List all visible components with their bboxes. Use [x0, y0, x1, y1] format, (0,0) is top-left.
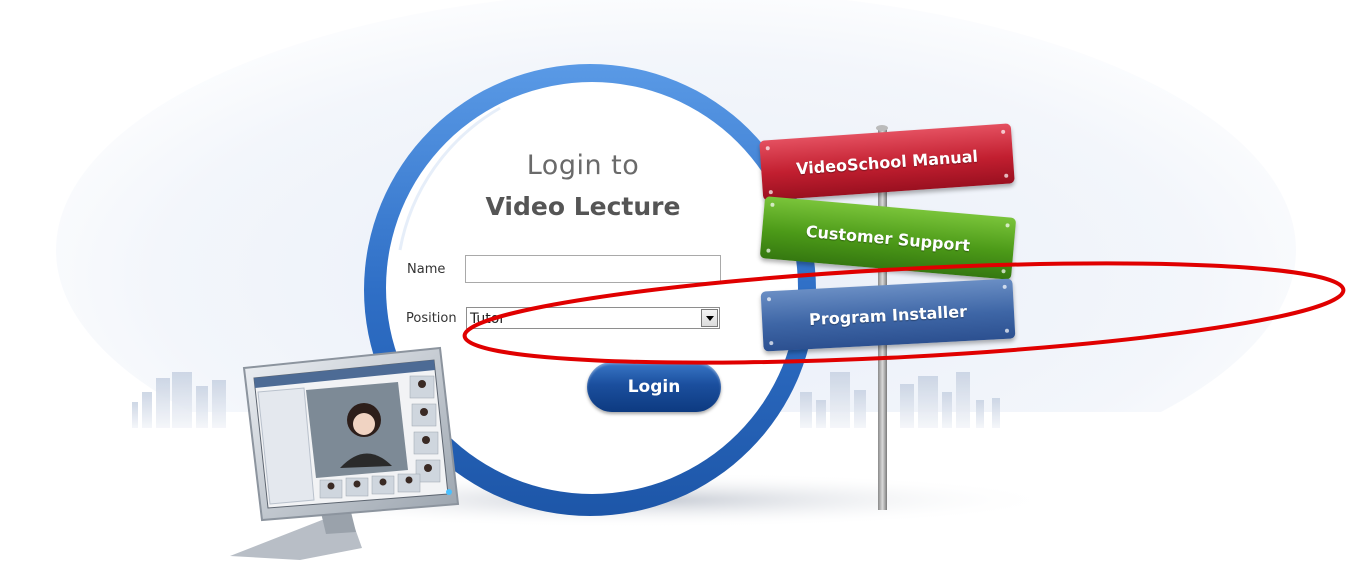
login-button[interactable]: Login	[587, 362, 721, 412]
triangle-down-icon[interactable]	[701, 309, 718, 327]
background-illustration	[0, 0, 1352, 568]
login-title-line1: Login to	[526, 150, 640, 181]
position-label: Position	[406, 311, 457, 326]
program-installer-label: Program Installer	[808, 301, 968, 329]
customer-support-label: Customer Support	[805, 221, 971, 255]
login-page: Login to Video Lecture Name Position Tut…	[0, 0, 1352, 568]
name-label: Name	[407, 262, 446, 277]
name-input[interactable]	[465, 255, 721, 283]
position-select[interactable]: Tutor	[466, 307, 720, 329]
login-title-line2: Video Lecture	[485, 192, 681, 221]
position-selected-value: Tutor	[470, 311, 506, 327]
videoschool-manual-label: VideoSchool Manual	[795, 146, 979, 178]
